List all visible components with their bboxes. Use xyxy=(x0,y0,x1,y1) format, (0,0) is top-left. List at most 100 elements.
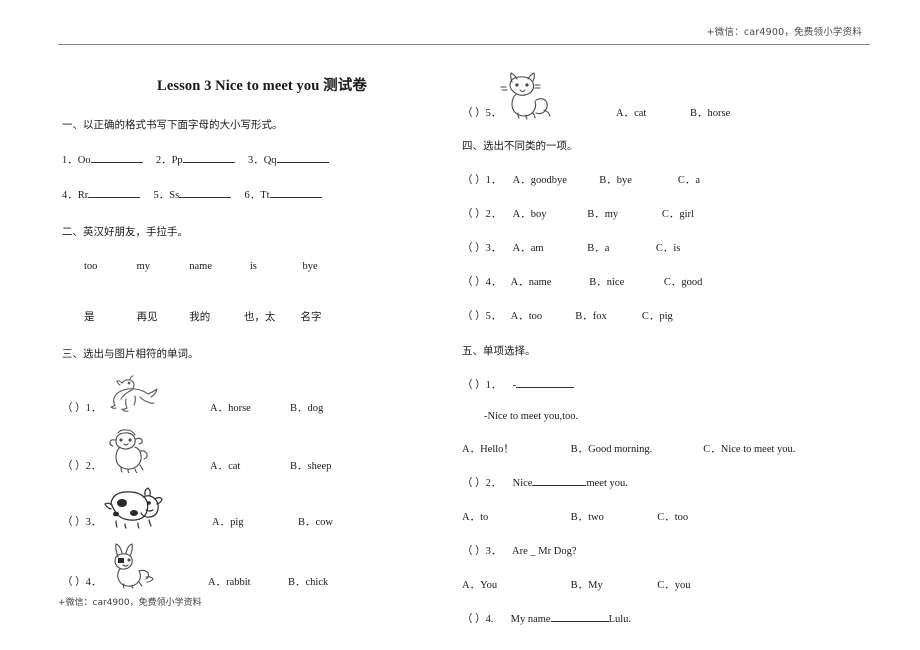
option-a[interactable]: A．cat xyxy=(162,458,278,473)
answer-bracket[interactable]: （ ）2． xyxy=(462,206,510,221)
answer-bracket[interactable]: （ ）3． xyxy=(62,514,102,529)
answer-bracket[interactable]: （ ）2． xyxy=(62,458,102,473)
right-column: （ ）5． A．cat B．horse 四、选出不同类的一项。 （ ）1． A．… xyxy=(462,72,862,626)
answer-blank[interactable] xyxy=(90,162,143,163)
stem-text-before: Nice xyxy=(512,478,533,489)
header-watermark: +微信：car4900，免费领小学资料 xyxy=(706,27,862,38)
section-four-item-2: （ ）2． A．boy B．my C．girl xyxy=(462,206,862,221)
answer-blank[interactable] xyxy=(532,485,587,486)
option-b[interactable]: B．Good morning. xyxy=(571,441,701,456)
answer-bracket[interactable]: （ ）1． xyxy=(462,377,510,392)
word-yetai[interactable]: 也，太 xyxy=(244,309,298,324)
answer-bracket[interactable]: （ ）1． xyxy=(62,400,102,415)
item-label: 2． xyxy=(155,155,172,166)
option-b[interactable]: B．dog xyxy=(278,400,323,415)
answer-bracket[interactable]: （ ）1． xyxy=(462,172,510,187)
letter-pair: Ss xyxy=(169,190,180,201)
section-one-heading: 一、以正确的格式书写下面字母的大小写形式。 xyxy=(62,120,283,131)
section-three-item-1: （ ）1． A．horse B．dog xyxy=(62,375,452,415)
option-a[interactable]: A．name xyxy=(511,274,587,289)
section-one-row-1: 1．Oo 2．Pp 3．Qq xyxy=(62,152,452,167)
option-c[interactable]: C．pig xyxy=(642,308,673,323)
option-c[interactable]: C．you xyxy=(657,577,690,592)
answer-blank[interactable] xyxy=(179,197,232,198)
answer-blank[interactable] xyxy=(88,197,141,198)
option-a[interactable]: A．You xyxy=(462,577,568,592)
word-mingzi[interactable]: 名字 xyxy=(301,309,322,324)
option-a[interactable]: A．goodbye xyxy=(513,172,597,187)
option-a[interactable]: A．to xyxy=(462,509,568,524)
option-c[interactable]: C．a xyxy=(678,172,700,187)
word-is[interactable]: is xyxy=(250,261,300,272)
option-b[interactable]: B．my xyxy=(587,206,659,221)
rabbit-picture xyxy=(102,543,162,589)
option-b[interactable]: B．horse xyxy=(680,105,730,120)
option-c[interactable]: C．girl xyxy=(662,206,694,221)
answer-blank[interactable] xyxy=(550,621,609,622)
option-c[interactable]: C．good xyxy=(664,274,703,289)
item-label: 4． xyxy=(62,190,78,201)
answer-blank[interactable] xyxy=(182,162,235,163)
word-zaijian[interactable]: 再见 xyxy=(137,309,187,324)
word-wode[interactable]: 我的 xyxy=(189,309,241,324)
word-bye[interactable]: bye xyxy=(303,261,318,272)
option-a[interactable]: A．horse xyxy=(162,400,278,415)
word-my[interactable]: my xyxy=(137,261,187,272)
option-a[interactable]: A．rabbit xyxy=(162,574,276,589)
stem-text-after: Lulu. xyxy=(608,614,632,625)
section-three-item-5: （ ）5． A．cat B．horse xyxy=(462,72,862,120)
section-three-item-4: （ ）4． A．rabbit B．chick xyxy=(62,543,452,589)
stem-text-before: My name xyxy=(510,614,551,625)
option-c[interactable]: C．is xyxy=(656,240,681,255)
option-b[interactable]: B．chick xyxy=(276,574,328,589)
answer-bracket[interactable]: （ ）4. xyxy=(462,611,508,626)
section-two-heading: 二、英汉好朋友，手拉手。 xyxy=(62,227,188,238)
answer-bracket[interactable]: （ ）3． xyxy=(462,240,510,255)
section-five-item-1-stem: （ ）1． - xyxy=(462,377,862,392)
option-b[interactable]: B．nice xyxy=(589,274,661,289)
item-label: 6． xyxy=(244,190,261,201)
answer-blank[interactable] xyxy=(516,387,575,388)
answer-bracket[interactable]: （ ）5． xyxy=(462,105,501,120)
option-b[interactable]: B．sheep xyxy=(278,458,331,473)
option-a[interactable]: A．too xyxy=(511,308,573,323)
item-label: 1． xyxy=(62,155,78,166)
answer-bracket[interactable]: （ ）2． xyxy=(462,475,510,490)
answer-blank[interactable] xyxy=(276,162,329,163)
answer-bracket[interactable]: （ ）4． xyxy=(62,574,102,589)
option-b[interactable]: B．bye xyxy=(599,172,675,187)
answer-bracket[interactable]: （ ）5． xyxy=(462,308,508,323)
option-b[interactable]: B．fox xyxy=(575,308,639,323)
letter-pair: Oo xyxy=(77,155,91,166)
section-five-heading: 五、单项选择。 xyxy=(462,346,536,357)
dash-marker: - xyxy=(512,380,517,391)
sheep-picture xyxy=(102,429,162,473)
letter-pair: Tt xyxy=(260,190,270,201)
option-b[interactable]: B．two xyxy=(571,509,655,524)
section-five-item-2-options: A．to B．two C．too xyxy=(462,509,862,524)
option-b[interactable]: B．My xyxy=(571,577,655,592)
option-a[interactable]: A．cat xyxy=(558,105,680,120)
section-four-item-3: （ ）3． A．am B．a C．is xyxy=(462,240,862,255)
section-five-item-3-stem: （ ）3． Are _ Mr Dog? xyxy=(462,543,862,558)
letter-pair: Pp xyxy=(171,155,183,166)
word-name[interactable]: name xyxy=(189,261,247,272)
option-c[interactable]: C．Nice to meet you. xyxy=(703,441,795,456)
option-a[interactable]: A．Hello！ xyxy=(462,441,568,456)
word-too[interactable]: too xyxy=(84,261,134,272)
option-a[interactable]: A．am xyxy=(513,240,585,255)
cat-picture xyxy=(498,72,558,120)
section-four-item-4: （ ）4． A．name B．nice C．good xyxy=(462,274,862,289)
answer-bracket[interactable]: （ ）3． xyxy=(462,543,510,558)
option-b[interactable]: B．a xyxy=(587,240,653,255)
answer-bracket[interactable]: （ ）4． xyxy=(462,274,508,289)
stem-text-after: meet you. xyxy=(586,478,628,489)
footer-watermark: +微信：car4900，免费领小学资料 xyxy=(58,598,202,608)
option-b[interactable]: B．cow xyxy=(280,514,333,529)
section-three-item-3: （ ）3． A．pig B．cow xyxy=(62,487,452,529)
option-c[interactable]: C．too xyxy=(657,509,688,524)
answer-blank[interactable] xyxy=(269,197,322,198)
word-shi[interactable]: 是 xyxy=(84,309,134,324)
option-a[interactable]: A．boy xyxy=(513,206,585,221)
option-a[interactable]: A．pig xyxy=(162,514,280,529)
